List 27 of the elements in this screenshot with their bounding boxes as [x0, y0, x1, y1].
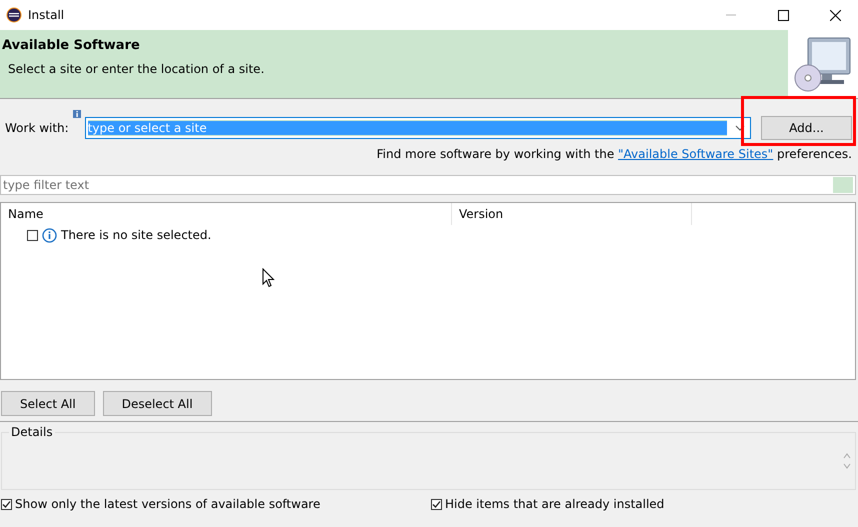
add-button[interactable]: Add...: [761, 116, 852, 140]
checkbox[interactable]: [1, 498, 12, 510]
checkbox[interactable]: [27, 230, 38, 240]
info-icon: [72, 110, 81, 118]
deselect-all-button[interactable]: Deselect All: [102, 391, 212, 416]
available-software-sites-link[interactable]: "Available Software Sites": [618, 147, 774, 161]
window-title: Install: [28, 8, 66, 22]
maximize-icon[interactable]: [778, 10, 788, 20]
column-header[interactable]: Name: [1, 203, 452, 225]
details-label: Details: [9, 425, 55, 439]
site-combo-box[interactable]: type or select a site: [84, 117, 751, 139]
dropdown-caret-icon[interactable]: [735, 125, 745, 131]
page-message: Select a site or enter the location of a site.: [7, 62, 264, 76]
select-all-button[interactable]: Select All: [1, 391, 95, 416]
filter-field[interactable]: type filter text: [0, 175, 856, 195]
page-title: Available Software: [1, 38, 140, 53]
work-with-label: Work with:: [5, 121, 69, 135]
mouse-cursor-icon: [262, 268, 275, 288]
option-label: Show only the latest versions of available software: [15, 497, 320, 511]
more-software-text: Find more software by working with the "Available Software Sites" preferences.: [376, 147, 852, 161]
row-text: There is no site selected.: [61, 228, 212, 242]
app-logo-icon: [6, 7, 22, 23]
column-header[interactable]: Version: [452, 203, 692, 225]
option-label: Hide items that are already installed: [445, 497, 664, 511]
info-icon: [42, 228, 57, 242]
close-icon[interactable]: [830, 10, 840, 20]
checkbox[interactable]: [431, 498, 442, 510]
